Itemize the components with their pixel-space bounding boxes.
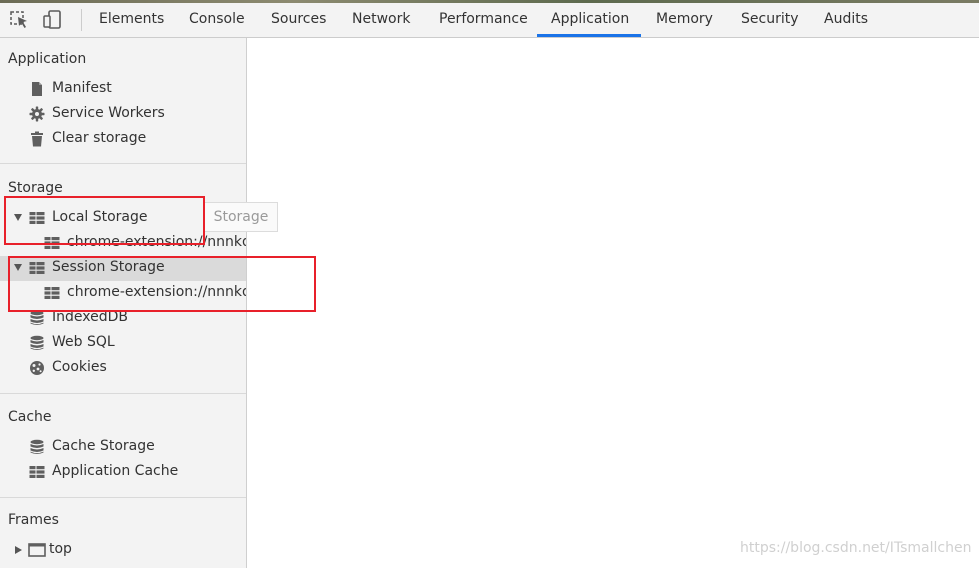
expand-triangle-icon[interactable]: [15, 546, 22, 554]
sidebar-item-cookies[interactable]: Cookies: [0, 356, 246, 381]
sidebar-item-label: Service Workers: [52, 105, 165, 121]
storage-tooltip: Storage: [204, 202, 278, 232]
tab-security[interactable]: Security: [741, 3, 799, 37]
red-annotation-box-local-storage: [4, 196, 205, 245]
section-divider: [0, 393, 246, 394]
sidebar-item-label: top: [49, 541, 72, 557]
devtools-toolbar: Elements Console Sources Network Perform…: [0, 3, 979, 38]
tab-console[interactable]: Console: [189, 3, 245, 37]
device-toolbar-icon[interactable]: [42, 9, 64, 31]
section-title-storage: Storage: [8, 180, 63, 196]
database-icon: [29, 310, 45, 326]
section-title-frames: Frames: [8, 512, 59, 528]
sidebar-item-label: Application Cache: [52, 463, 179, 479]
sidebar-item-clear-storage[interactable]: Clear storage: [0, 127, 246, 152]
sidebar-item-application-cache[interactable]: Application Cache: [0, 460, 246, 485]
sidebar-item-label: Web SQL: [52, 334, 115, 350]
sidebar-item-manifest[interactable]: Manifest: [0, 77, 246, 102]
sidebar-item-service-workers[interactable]: Service Workers: [0, 102, 246, 127]
frame-icon: [28, 542, 46, 558]
tab-application[interactable]: Application: [551, 3, 629, 37]
section-divider: [0, 497, 246, 498]
tab-elements[interactable]: Elements: [99, 3, 164, 37]
red-annotation-box-session-storage: [8, 256, 316, 312]
toolbar-separator: [81, 9, 82, 31]
tab-network[interactable]: Network: [352, 3, 410, 37]
sidebar-item-cache-storage[interactable]: Cache Storage: [0, 435, 246, 460]
sidebar-item-label: Cache Storage: [52, 438, 155, 454]
watermark-text: https://blog.csdn.net/ITsmallchen: [740, 540, 972, 556]
active-tab-indicator: [537, 34, 641, 37]
sidebar-item-label: Cookies: [52, 359, 107, 375]
tab-audits[interactable]: Audits: [824, 3, 868, 37]
file-icon: [29, 81, 45, 97]
cookie-icon: [29, 360, 45, 376]
sidebar-item-frame-top[interactable]: top: [0, 538, 246, 563]
sidebar-item-web-sql[interactable]: Web SQL: [0, 331, 246, 356]
section-title-cache: Cache: [8, 409, 52, 425]
section-divider: [0, 163, 246, 164]
sidebar-item-label: Manifest: [52, 80, 112, 96]
trash-icon: [29, 131, 45, 147]
gear-icon: [29, 106, 45, 122]
grid-icon: [29, 464, 45, 480]
inspect-element-icon[interactable]: [9, 9, 31, 31]
database-icon: [29, 335, 45, 351]
section-title-application: Application: [8, 51, 87, 67]
tab-memory[interactable]: Memory: [656, 3, 713, 37]
database-icon: [29, 439, 45, 455]
tab-sources[interactable]: Sources: [271, 3, 326, 37]
sidebar-item-label: Clear storage: [52, 130, 147, 146]
tab-performance[interactable]: Performance: [439, 3, 528, 37]
